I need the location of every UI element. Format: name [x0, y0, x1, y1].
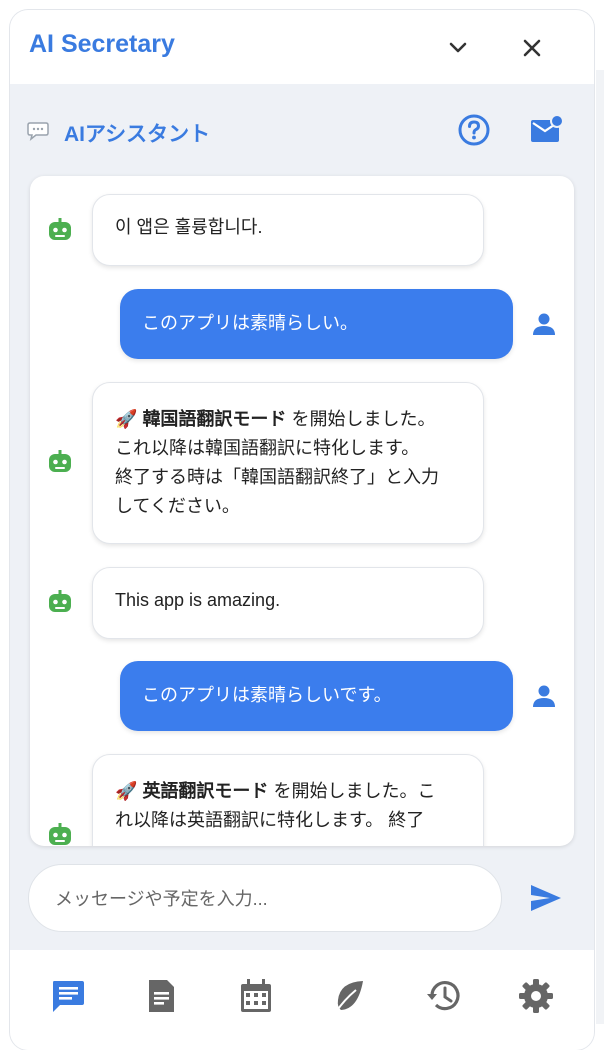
chat-icon — [53, 981, 84, 1012]
message-text: してください。 — [115, 496, 240, 516]
user-avatar-icon — [530, 682, 558, 710]
background-strip — [596, 70, 604, 1024]
message-input-container — [28, 864, 502, 932]
assistant-header: AIアシスタント — [10, 84, 594, 174]
message-input[interactable] — [53, 879, 477, 919]
message-text: このアプリは素晴らしい。 — [142, 313, 358, 333]
close-button[interactable] — [516, 32, 548, 64]
app-title: AI Secretary — [29, 30, 175, 58]
mail-notification-icon — [531, 114, 564, 142]
bot-message: 🚀 英語翻訳モード を開始しました。こ れ以降は英語翻訳に特化します。 終了 — [92, 754, 484, 846]
bot-avatar-icon — [46, 588, 74, 616]
close-icon — [523, 39, 541, 57]
bot-avatar-icon — [46, 448, 74, 476]
leaf-icon — [335, 981, 363, 1013]
message-text: を開始しました。こ — [268, 781, 436, 801]
help-button[interactable] — [456, 112, 492, 148]
message-text: このアプリは素晴らしいです。 — [142, 685, 392, 705]
collapse-button[interactable] — [442, 32, 474, 64]
history-icon — [427, 981, 460, 1011]
chevron-down-icon — [449, 42, 467, 53]
assistant-title: AIアシスタント — [64, 123, 211, 146]
nav-wellness[interactable] — [330, 976, 370, 1016]
mode-name: 英語翻訳モード — [142, 781, 269, 801]
nav-chat[interactable] — [48, 976, 88, 1016]
bot-avatar-icon — [46, 216, 74, 244]
chat-area[interactable]: 이 앱은 훌륭합니다. このアプリは素晴らしい。 🚀 韓国語翻訳モード を開始し… — [30, 176, 574, 846]
rocket-icon: 🚀 — [115, 781, 138, 801]
bot-avatar-icon — [46, 821, 74, 846]
speech-bubble-icon — [26, 119, 50, 143]
bottom-navigation — [10, 950, 594, 1050]
send-icon — [531, 885, 561, 911]
send-button[interactable] — [528, 880, 564, 916]
user-message: このアプリは素晴らしい。 — [120, 289, 513, 359]
user-avatar-icon — [530, 310, 558, 338]
title-bar: AI Secretary — [10, 10, 594, 84]
message-text: This app is amazing. — [115, 590, 281, 610]
document-icon — [149, 980, 174, 1012]
nav-history[interactable] — [424, 976, 464, 1016]
mail-button[interactable] — [528, 112, 564, 148]
bot-message: 🚀 韓国語翻訳モード を開始しました。 これ以降は韓国語翻訳に特化します。 終了… — [92, 382, 484, 544]
message-text: を開始しました。 — [286, 409, 436, 429]
assistant-panel: AI Secretary AIアシスタント 이 앱은 훌륭합니다. このアプリは… — [10, 10, 594, 1050]
rocket-icon: 🚀 — [115, 409, 138, 429]
message-text: れ以降は英語翻訳に特化します。 終了 — [115, 810, 425, 830]
message-text: これ以降は韓国語翻訳に特化します。 — [115, 438, 420, 458]
settings-icon — [519, 979, 553, 1013]
mode-name: 韓国語翻訳モード — [142, 409, 287, 429]
message-text: 이 앱은 훌륭합니다. — [115, 217, 263, 237]
calendar-icon — [241, 979, 271, 1012]
help-circle-icon — [458, 114, 490, 146]
nav-notes[interactable] — [141, 976, 181, 1016]
nav-settings[interactable] — [516, 976, 556, 1016]
bot-message: 이 앱은 훌륭합니다. — [92, 194, 484, 266]
user-message: このアプリは素晴らしいです。 — [120, 661, 513, 731]
bot-message: This app is amazing. — [92, 567, 484, 639]
message-text: 終了する時は「韓国語翻訳終了」と入力 — [115, 467, 439, 487]
nav-calendar[interactable] — [236, 976, 276, 1016]
